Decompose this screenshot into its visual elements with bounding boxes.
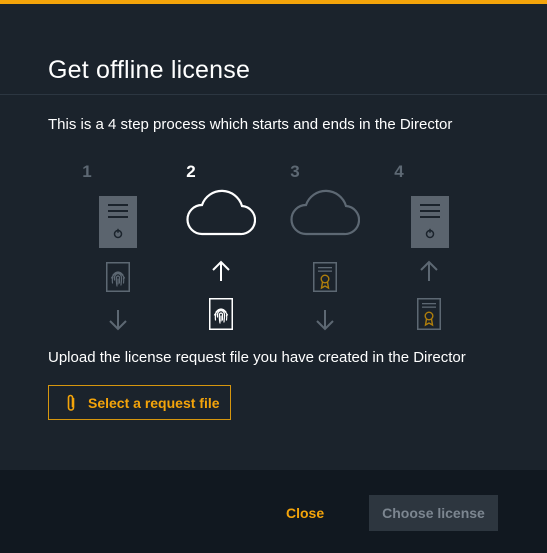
step-4-number: 4: [394, 162, 404, 181]
dialog-title: Get offline license: [48, 56, 251, 84]
step-3-number: 3: [290, 162, 300, 181]
down-arrow-icon: [316, 310, 334, 331]
fingerprint-file-icon: [209, 298, 233, 330]
server-icon: [411, 196, 449, 248]
intro-text: This is a 4 step process which starts an…: [48, 116, 453, 133]
offline-license-dialog: Get offline license This is a 4 step pro…: [0, 0, 547, 553]
step-2-number: 2: [186, 162, 196, 181]
select-request-file-label: Select a request file: [88, 395, 220, 411]
certificate-file-icon: [417, 298, 441, 330]
cloud-icon: [186, 189, 256, 236]
down-arrow-icon: [109, 310, 127, 331]
accent-top-bar: [0, 0, 547, 4]
choose-license-button[interactable]: Choose license: [369, 495, 498, 531]
close-button[interactable]: Close: [286, 505, 324, 521]
up-arrow-icon: [212, 260, 230, 281]
upload-instruction: Upload the license request file you have…: [48, 349, 466, 366]
step-1-number: 1: [82, 162, 92, 181]
up-arrow-icon: [420, 260, 438, 281]
title-divider: [0, 94, 547, 95]
paperclip-icon: [67, 394, 75, 411]
select-request-file-button[interactable]: Select a request file: [48, 385, 231, 420]
fingerprint-file-icon: [106, 262, 130, 292]
cloud-icon: [290, 189, 360, 236]
server-icon: [99, 196, 137, 248]
certificate-file-icon: [313, 262, 337, 292]
